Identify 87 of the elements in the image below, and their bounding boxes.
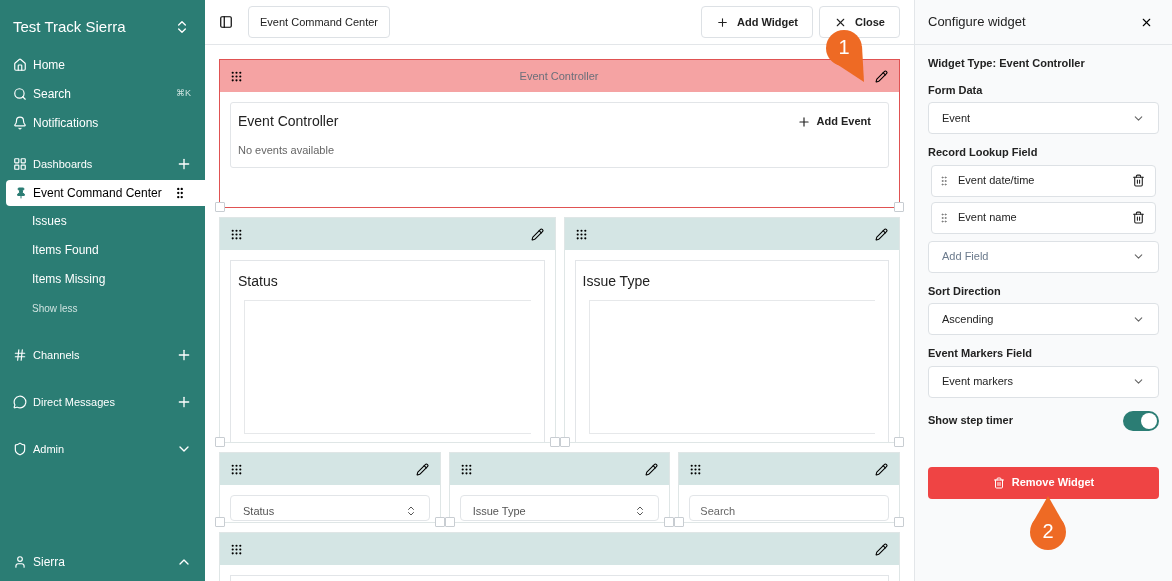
widget-header-title: Event Controller xyxy=(519,68,599,84)
edit-icon[interactable] xyxy=(875,69,888,83)
toolbar-button[interactable]: Add Widget xyxy=(701,6,814,38)
card-title: Event Controller xyxy=(238,112,339,131)
hash-icon xyxy=(13,348,27,362)
grip-icon[interactable] xyxy=(689,462,703,476)
resize-handle[interactable] xyxy=(215,437,225,447)
select-field[interactable]: Add Field xyxy=(928,240,1159,273)
toggle-switch[interactable] xyxy=(1123,410,1159,431)
panel-title: Configure widget xyxy=(928,13,1026,32)
resize-handle[interactable] xyxy=(549,437,560,447)
drag-handle-icon[interactable] xyxy=(938,211,950,224)
grip-icon[interactable] xyxy=(230,542,243,556)
edit-icon[interactable] xyxy=(645,462,659,476)
dashboard-item[interactable]: Event Command Center xyxy=(6,179,205,206)
select-field[interactable]: Event xyxy=(928,102,1159,134)
grip-icon[interactable] xyxy=(230,462,243,476)
workspace-name: Test Track Sierra xyxy=(13,17,126,37)
select-field[interactable]: Ascending xyxy=(928,303,1159,335)
nav-item[interactable]: Search ⌘K xyxy=(0,79,205,109)
edit-icon[interactable] xyxy=(415,462,429,476)
search-field[interactable]: Search xyxy=(689,495,889,521)
resize-handle[interactable] xyxy=(894,437,904,447)
shield-icon xyxy=(13,442,27,456)
grip-icon[interactable] xyxy=(230,69,243,83)
user-icon xyxy=(13,555,27,569)
edit-icon[interactable] xyxy=(875,462,888,476)
filter-select[interactable]: Issue Type xyxy=(459,495,660,521)
grip-icon[interactable] xyxy=(230,227,243,241)
field-label: Record Lookup Field xyxy=(928,145,1039,160)
grip-icon[interactable] xyxy=(574,227,588,241)
drag-handle-icon[interactable] xyxy=(938,174,950,187)
resize-handle[interactable] xyxy=(894,202,904,212)
show-less-link[interactable]: Show less xyxy=(0,293,78,323)
trash-icon[interactable] xyxy=(1132,211,1145,224)
bell-icon xyxy=(13,116,27,130)
nav-item[interactable]: Notifications xyxy=(0,108,205,138)
trash-icon xyxy=(992,476,1005,489)
resize-handle[interactable] xyxy=(434,517,445,527)
grid-icon xyxy=(13,157,27,171)
lookup-field-item[interactable]: Event name xyxy=(931,201,1156,234)
section-header[interactable]: Admin xyxy=(0,434,205,464)
dashboard-item[interactable]: Issues xyxy=(0,206,205,236)
chart-title: Issue Type xyxy=(582,272,651,291)
pin-icon xyxy=(15,186,27,199)
edit-icon[interactable] xyxy=(875,227,888,241)
edit-icon[interactable] xyxy=(530,227,544,241)
edit-icon[interactable] xyxy=(875,542,888,556)
field-label: Event Markers Field xyxy=(928,346,1033,361)
field-label: Sort Direction xyxy=(928,283,1002,299)
chat-bubble-icon xyxy=(13,395,27,409)
resize-handle[interactable] xyxy=(215,202,225,212)
section-header[interactable]: Dashboards xyxy=(0,149,205,179)
plus-icon xyxy=(716,15,730,29)
add-icon[interactable] xyxy=(176,156,192,172)
dashboard-item[interactable]: Items Found xyxy=(0,235,205,265)
trash-icon[interactable] xyxy=(1132,174,1145,187)
add-icon[interactable] xyxy=(176,394,192,410)
plus-icon xyxy=(796,114,811,129)
shortcut-hint: ⌘K xyxy=(176,87,191,101)
resize-handle[interactable] xyxy=(664,517,675,527)
filter-select[interactable]: Status xyxy=(230,495,430,521)
grip-icon[interactable] xyxy=(459,462,473,476)
user-menu[interactable]: Sierra xyxy=(0,543,205,581)
widget-type-text: Widget Type: Event Controller xyxy=(928,56,1086,71)
dashboard-item[interactable]: Items Missing xyxy=(0,264,205,294)
sidebar-toggle-icon[interactable] xyxy=(219,15,233,29)
add-icon[interactable] xyxy=(176,347,192,363)
resize-handle[interactable] xyxy=(215,517,225,527)
resize-handle[interactable] xyxy=(559,437,570,447)
field-label: Form Data xyxy=(928,82,984,98)
lookup-field-item[interactable]: Event date/time xyxy=(931,164,1156,197)
empty-message: No events available xyxy=(238,143,335,158)
add-event-button[interactable]: Add Event xyxy=(796,113,871,130)
select-field[interactable]: Event markers xyxy=(928,365,1159,398)
dashboard-title-field[interactable]: Event Command Center xyxy=(248,6,390,38)
resize-handle[interactable] xyxy=(674,517,685,527)
chart-title: Status xyxy=(238,272,279,291)
resize-handle[interactable] xyxy=(444,517,455,527)
section-header[interactable]: Channels xyxy=(0,340,205,370)
remove-widget-button[interactable]: Remove Widget xyxy=(928,466,1159,499)
resize-handle[interactable] xyxy=(894,517,904,527)
nav-item[interactable]: Home xyxy=(0,50,205,80)
section-header[interactable]: Direct Messages xyxy=(0,387,205,417)
search-icon xyxy=(13,87,27,101)
home-icon xyxy=(13,58,27,72)
toggle-label: Show step timer xyxy=(928,413,1013,429)
